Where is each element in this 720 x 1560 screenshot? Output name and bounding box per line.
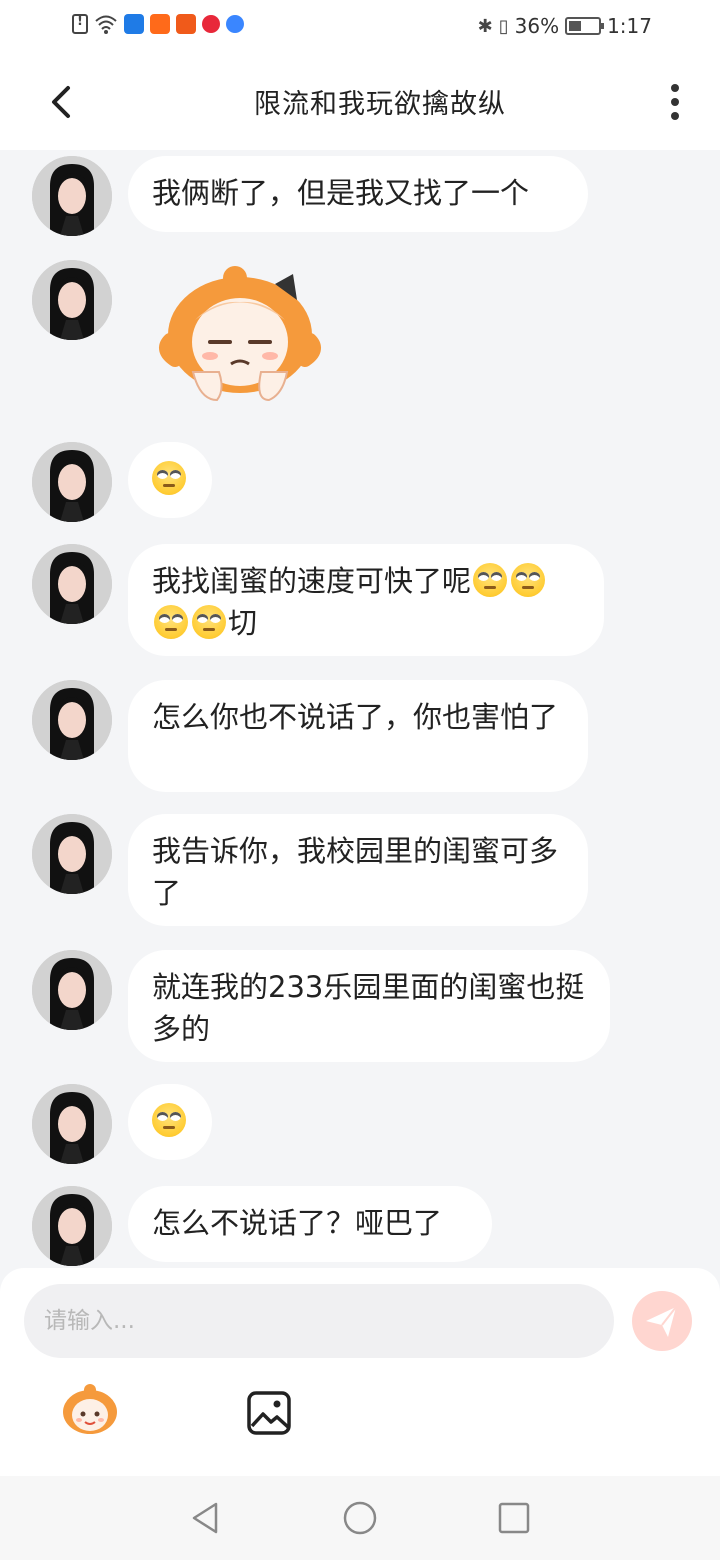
message-text: 怎么不说话了？哑巴了 bbox=[152, 1206, 443, 1240]
vibrate-icon: ▯ bbox=[498, 15, 509, 37]
eye-roll-emoji-icon bbox=[473, 563, 508, 597]
avatar[interactable] bbox=[32, 1084, 112, 1164]
message-text: 怎么你也不说话了，你也害怕了 bbox=[152, 700, 559, 734]
eye-roll-emoji-icon bbox=[511, 563, 546, 597]
battery-icon bbox=[565, 17, 605, 35]
bluetooth-icon: ✱ bbox=[477, 15, 493, 37]
music-app-icon bbox=[226, 15, 244, 33]
message-bubble[interactable]: 我告诉你，我校园里的闺蜜可多了 bbox=[128, 814, 588, 926]
battery-percent: 36% bbox=[514, 14, 560, 38]
square-recent-icon bbox=[498, 1502, 530, 1534]
avatar[interactable] bbox=[32, 260, 112, 340]
sticker-button[interactable] bbox=[60, 1382, 120, 1436]
more-dot bbox=[671, 98, 679, 106]
eye-roll-emoji-icon bbox=[154, 605, 188, 639]
message-bubble[interactable]: 我俩断了，但是我又找了一个 bbox=[128, 156, 588, 232]
message-bubble[interactable] bbox=[128, 442, 212, 518]
message-text: 我告诉你，我校园里的闺蜜可多了 bbox=[152, 834, 559, 910]
record-app-icon bbox=[202, 15, 220, 33]
status-bar: ✱ ▯ 36% 1:17 bbox=[0, 0, 720, 56]
more-options-button[interactable] bbox=[660, 82, 690, 122]
more-dot bbox=[671, 84, 679, 92]
back-button[interactable] bbox=[40, 80, 84, 124]
avatar[interactable] bbox=[32, 442, 112, 522]
send-icon bbox=[646, 1306, 677, 1337]
game-app-icon bbox=[176, 14, 196, 34]
message-text: 我俩断了，但是我又找了一个 bbox=[152, 176, 530, 210]
nav-recent-button[interactable] bbox=[496, 1500, 532, 1536]
image-icon bbox=[247, 1391, 291, 1435]
eye-roll-emoji-icon bbox=[152, 1103, 186, 1137]
message-text: 切 bbox=[228, 606, 258, 640]
alert-icon bbox=[72, 14, 88, 34]
message-bubble[interactable]: 就连我的233乐园里面的闺蜜也挺多的 bbox=[128, 950, 610, 1062]
more-dot bbox=[671, 112, 679, 120]
status-notification-icons bbox=[72, 14, 244, 34]
nav-back-button[interactable] bbox=[188, 1500, 224, 1536]
status-system-icons: ✱ ▯ 36% 1:17 bbox=[478, 14, 652, 38]
chevron-left-icon bbox=[52, 86, 70, 118]
circle-home-icon bbox=[343, 1501, 377, 1535]
eye-roll-emoji-icon bbox=[152, 461, 186, 495]
clock: 1:17 bbox=[607, 14, 652, 38]
input-panel bbox=[0, 1268, 720, 1476]
app-notification-icon bbox=[124, 14, 144, 34]
message-bubble[interactable]: 我找闺蜜的速度可快了呢切 bbox=[128, 544, 604, 656]
send-button[interactable] bbox=[632, 1291, 692, 1351]
system-nav-bar bbox=[0, 1476, 720, 1560]
chat-title: 限流和我玩欲擒故纵 bbox=[254, 89, 506, 120]
sticker-icon bbox=[63, 1384, 117, 1434]
message-text: 就连我的233乐园里面的闺蜜也挺多的 bbox=[152, 970, 585, 1046]
avatar[interactable] bbox=[32, 814, 112, 894]
triangle-back-icon bbox=[192, 1502, 218, 1534]
message-bubble[interactable]: 怎么你也不说话了，你也害怕了 bbox=[128, 680, 588, 792]
wifi-icon bbox=[94, 14, 118, 34]
chat-header: 限流和我玩欲擒故纵 bbox=[0, 56, 720, 150]
avatar[interactable] bbox=[32, 544, 112, 624]
image-button[interactable] bbox=[246, 1390, 292, 1436]
message-bubble[interactable]: 怎么不说话了？哑巴了 bbox=[128, 1186, 492, 1262]
message-list[interactable]: 我俩断了，但是我又找了一个 我找闺蜜的速度可快了呢 切 怎么你也不说话了，你也害… bbox=[0, 150, 720, 1268]
message-input[interactable] bbox=[24, 1284, 614, 1358]
avatar[interactable] bbox=[32, 680, 112, 760]
sad-cartoon-sticker[interactable] bbox=[155, 260, 325, 410]
nav-home-button[interactable] bbox=[342, 1500, 378, 1536]
avatar[interactable] bbox=[32, 950, 112, 1030]
message-bubble[interactable] bbox=[128, 1084, 212, 1160]
message-text: 我找闺蜜的速度可快了呢 bbox=[152, 564, 472, 598]
avatar[interactable] bbox=[32, 156, 112, 236]
eye-roll-emoji-icon bbox=[192, 605, 226, 639]
avatar[interactable] bbox=[32, 1186, 112, 1266]
video-app-icon bbox=[150, 14, 170, 34]
